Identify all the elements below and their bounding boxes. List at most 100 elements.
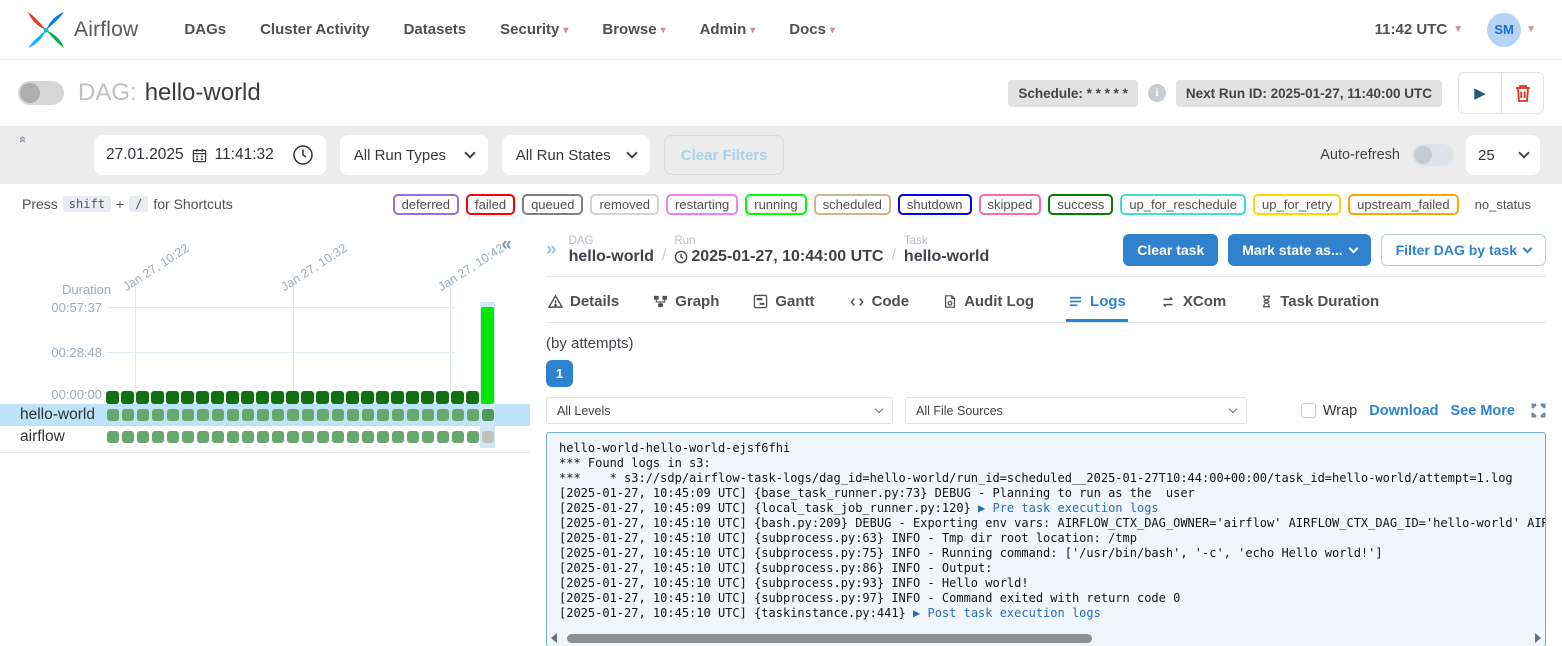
scrollbar-thumb[interactable] (567, 634, 1092, 643)
dag-run-22[interactable] (420, 302, 435, 404)
task-instance-14[interactable] (300, 426, 315, 448)
user-menu[interactable]: SM ▼ (1487, 13, 1536, 47)
task-instance-2[interactable] (120, 426, 135, 448)
task-instance-12[interactable] (270, 404, 285, 426)
task-instance-11[interactable] (255, 404, 270, 426)
task-instance-26[interactable] (480, 404, 495, 426)
task-instance-4[interactable] (150, 404, 165, 426)
dag-run-14[interactable] (300, 302, 315, 404)
clock-dropdown[interactable]: 11:42 UTC ▼ (1375, 21, 1463, 38)
nav-item-security[interactable]: Security▾ (500, 21, 568, 38)
task-instance-18[interactable] (360, 426, 375, 448)
task-instance-25[interactable] (465, 404, 480, 426)
task-instance-16[interactable] (330, 426, 345, 448)
wrap-checkbox[interactable]: Wrap (1301, 403, 1357, 419)
state-badge-removed[interactable]: removed (590, 194, 659, 215)
nav-item-cluster-activity[interactable]: Cluster Activity (260, 21, 369, 38)
task-instance-17[interactable] (345, 404, 360, 426)
run-states-select[interactable]: All Run States (502, 135, 650, 175)
scroll-left-icon[interactable] (551, 633, 557, 643)
task-instance-10[interactable] (240, 426, 255, 448)
task-instance-8[interactable] (210, 404, 225, 426)
task-instance-5[interactable] (165, 404, 180, 426)
task-label-hello-world[interactable]: hello-world (0, 406, 105, 424)
dag-run-17[interactable] (345, 302, 360, 404)
task-instance-22[interactable] (420, 426, 435, 448)
log-section-toggle[interactable]: ▶ Pre task execution logs (978, 501, 1159, 515)
page-size-select[interactable]: 25 (1466, 135, 1540, 175)
task-instance-8[interactable] (210, 426, 225, 448)
dag-run-11[interactable] (255, 302, 270, 404)
dag-run-1[interactable] (105, 302, 120, 404)
dag-run-4[interactable] (150, 302, 165, 404)
nav-item-admin[interactable]: Admin▾ (700, 21, 756, 38)
task-instance-9[interactable] (225, 426, 240, 448)
task-instance-20[interactable] (390, 426, 405, 448)
log-level-select[interactable]: All Levels (546, 397, 893, 424)
dag-run-2[interactable] (120, 302, 135, 404)
state-badge-up-for-retry[interactable]: up_for_retry (1253, 194, 1341, 215)
breadcrumb-dag-value[interactable]: hello-world (569, 248, 654, 266)
expand-panel-icon[interactable]: » (546, 239, 557, 261)
task-instance-21[interactable] (405, 404, 420, 426)
task-instance-1[interactable] (105, 426, 120, 448)
collapse-filters-icon[interactable]: « (16, 136, 31, 143)
dag-run-3[interactable] (135, 302, 150, 404)
trigger-dag-button[interactable]: ▶ (1459, 73, 1501, 113)
dag-run-20[interactable] (390, 302, 405, 404)
clear-task-button[interactable]: Clear task (1123, 234, 1218, 266)
task-instance-2[interactable] (120, 404, 135, 426)
task-instance-6[interactable] (180, 426, 195, 448)
task-instance-23[interactable] (435, 426, 450, 448)
dag-run-7[interactable] (195, 302, 210, 404)
task-instance-15[interactable] (315, 404, 330, 426)
task-instance-20[interactable] (390, 404, 405, 426)
task-instance-11[interactable] (255, 426, 270, 448)
task-instance-22[interactable] (420, 404, 435, 426)
filter-dag-by-task-button[interactable]: Filter DAG by task (1381, 234, 1546, 266)
state-badge-restarting[interactable]: restarting (666, 194, 738, 215)
dag-run-12[interactable] (270, 302, 285, 404)
fullscreen-icon[interactable] (1531, 403, 1546, 418)
dag-run-19[interactable] (375, 302, 390, 404)
dag-run-25[interactable] (465, 302, 480, 404)
nav-item-docs[interactable]: Docs▾ (789, 21, 835, 38)
state-badge-skipped[interactable]: skipped (979, 194, 1042, 215)
task-instance-13[interactable] (285, 404, 300, 426)
dag-run-10[interactable] (240, 302, 255, 404)
tab-task-duration[interactable]: Task Duration (1258, 285, 1381, 322)
mark-state-button[interactable]: Mark state as... (1228, 234, 1370, 266)
task-instance-24[interactable] (450, 426, 465, 448)
dag-run-5[interactable] (165, 302, 180, 404)
dag-run-26[interactable] (480, 302, 495, 404)
dag-run-13[interactable] (285, 302, 300, 404)
task-instance-9[interactable] (225, 404, 240, 426)
state-badge-failed[interactable]: failed (466, 194, 515, 215)
task-instance-24[interactable] (450, 404, 465, 426)
airflow-brand[interactable]: Airflow (26, 10, 138, 50)
task-instance-26[interactable] (480, 426, 495, 448)
tab-xcom[interactable]: XCom (1158, 285, 1228, 322)
dag-run-21[interactable] (405, 302, 420, 404)
scroll-right-icon[interactable] (1535, 633, 1541, 643)
task-instance-1[interactable] (105, 404, 120, 426)
info-icon[interactable]: i (1148, 84, 1166, 102)
dag-pause-toggle[interactable] (18, 81, 64, 105)
task-instance-4[interactable] (150, 426, 165, 448)
state-badge-scheduled[interactable]: scheduled (814, 194, 891, 215)
dag-run-24[interactable] (450, 302, 465, 404)
nav-item-datasets[interactable]: Datasets (404, 21, 467, 38)
run-types-select[interactable]: All Run Types (340, 135, 488, 175)
task-instance-5[interactable] (165, 426, 180, 448)
state-badge-up-for-reschedule[interactable]: up_for_reschedule (1120, 194, 1246, 215)
state-badge-no-status[interactable]: no_status (1466, 194, 1540, 215)
dag-run-8[interactable] (210, 302, 225, 404)
task-instance-25[interactable] (465, 426, 480, 448)
task-instance-19[interactable] (375, 404, 390, 426)
auto-refresh-toggle[interactable] (1412, 144, 1454, 166)
tab-audit-log[interactable]: Audit Log (941, 285, 1036, 322)
log-section-toggle[interactable]: ▶ Post task execution logs (913, 606, 1101, 620)
task-instance-16[interactable] (330, 404, 345, 426)
tab-gantt[interactable]: Gantt (751, 285, 816, 322)
task-instance-13[interactable] (285, 426, 300, 448)
